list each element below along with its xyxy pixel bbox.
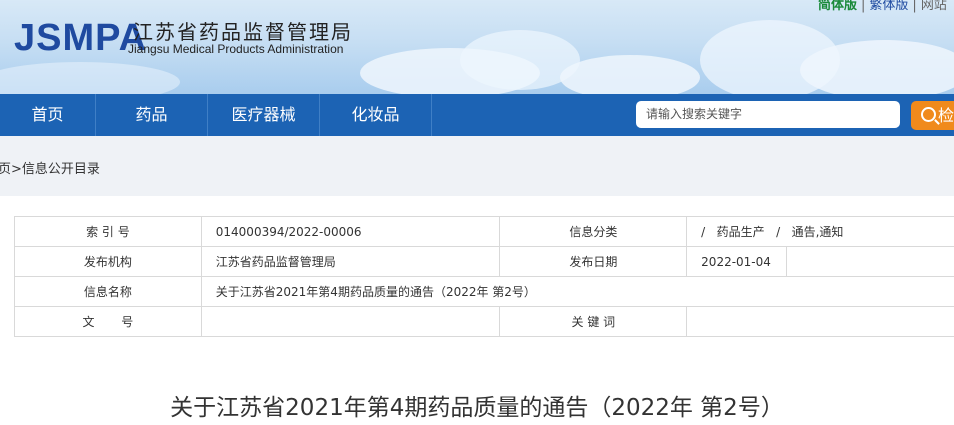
- publisher-value: 江苏省药品监督管理局: [200, 246, 501, 277]
- nav-item-home[interactable]: 首页: [0, 94, 96, 136]
- nav-item-cosmetics[interactable]: 化妆品: [320, 94, 432, 136]
- article-title: 关于江苏省2021年第4期药品质量的通告（2022年 第2号）: [170, 395, 784, 421]
- nav-item-devices[interactable]: 医疗器械: [208, 94, 320, 136]
- search-button-label: 检: [938, 106, 954, 125]
- search-input[interactable]: 请输入搜索关键字: [636, 101, 900, 128]
- divider: |: [912, 0, 917, 13]
- table-row: 文 号 关 键 词: [14, 306, 954, 337]
- index-label: 索 引 号: [14, 216, 202, 247]
- header-cloud: [560, 55, 700, 94]
- category-value: / 药品生产 / 通告,通知: [686, 216, 954, 247]
- traditional-link[interactable]: 繁体版: [869, 0, 908, 13]
- publisher-label: 发布机构: [14, 246, 202, 277]
- info-table: 索 引 号 014000394/2022-00006 信息分类 / 药品生产 /…: [14, 216, 954, 337]
- date-label: 发布日期: [499, 246, 688, 277]
- doc-number-value: [200, 306, 501, 337]
- site-link[interactable]: 网站: [921, 0, 947, 13]
- keyword-label: 关 键 词: [499, 306, 688, 337]
- site-name-cn: 江苏省药品监督管理局: [133, 20, 353, 44]
- table-row: 信息名称 关于江苏省2021年第4期药品质量的通告（2022年 第2号）: [14, 276, 954, 307]
- breadcrumb-bar: 页>信息公开目录: [0, 136, 954, 196]
- search-button[interactable]: 检: [911, 101, 954, 130]
- search-icon: [921, 107, 936, 122]
- header-cloud: [0, 62, 180, 94]
- language-switcher: 简体版 | 繁体版 | 网站: [818, 0, 947, 13]
- site-name-en: Jiangsu Medical Products Administration: [128, 42, 344, 56]
- breadcrumb[interactable]: 页>信息公开目录: [0, 158, 100, 177]
- date-value: 2022-01-04: [686, 246, 788, 277]
- name-value: 关于江苏省2021年第4期药品质量的通告（2022年 第2号）: [200, 276, 954, 307]
- site-header: JSMPA 江苏省药品监督管理局 Jiangsu Medical Product…: [0, 0, 954, 94]
- doc-number-label: 文 号: [14, 306, 202, 337]
- nav-item-drugs[interactable]: 药品: [96, 94, 208, 136]
- keyword-value: [686, 306, 954, 337]
- simplified-link[interactable]: 简体版: [818, 0, 857, 13]
- name-label: 信息名称: [14, 276, 202, 307]
- main-nav: 首页 药品 医疗器械 化妆品 请输入搜索关键字 检: [0, 94, 954, 136]
- table-row: 发布机构 江苏省药品监督管理局 发布日期 2022-01-04: [14, 246, 954, 277]
- divider: |: [861, 0, 866, 13]
- index-value: 014000394/2022-00006: [200, 216, 501, 247]
- category-label: 信息分类: [499, 216, 688, 247]
- empty-cell: [786, 246, 954, 277]
- header-cloud: [800, 40, 954, 94]
- table-row: 索 引 号 014000394/2022-00006 信息分类 / 药品生产 /…: [14, 216, 954, 247]
